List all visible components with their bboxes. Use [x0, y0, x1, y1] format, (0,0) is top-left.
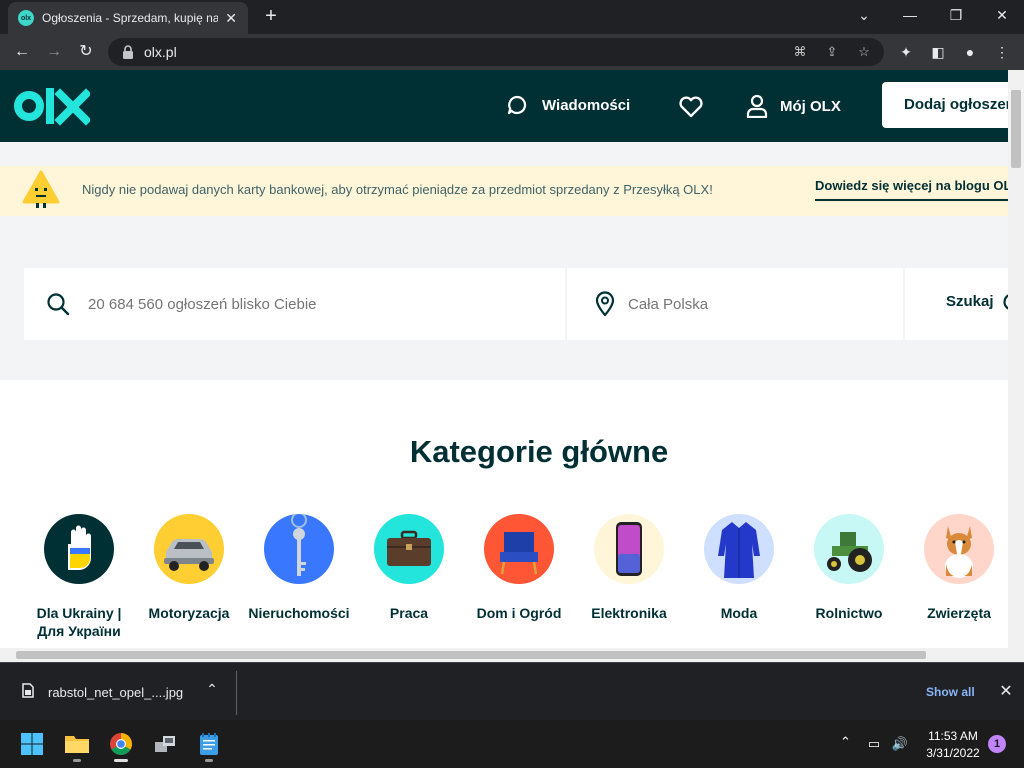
olx-logo[interactable]: [14, 86, 90, 126]
star-icon[interactable]: ☆: [854, 42, 874, 62]
close-tab-icon[interactable]: ✕: [224, 10, 238, 27]
site-header: Wiadomości Mój OLX Dodaj ogłoszenie: [0, 70, 1008, 142]
category-nieruchomosci[interactable]: Nieruchomości: [244, 514, 354, 622]
user-icon: [746, 94, 768, 118]
menu-icon[interactable]: ⋮: [990, 40, 1014, 64]
dog-icon: [924, 514, 994, 584]
download-divider: [236, 671, 237, 715]
category-label: Rolnictwo: [815, 605, 883, 621]
lock-icon[interactable]: [122, 45, 134, 59]
location-input[interactable]: [628, 292, 888, 316]
category-dom-i-ogrod[interactable]: Dom i Ogród: [464, 514, 574, 622]
horizontal-scrollbar-thumb[interactable]: [16, 651, 926, 659]
forward-icon[interactable]: →: [42, 40, 66, 64]
search-input[interactable]: [88, 292, 548, 316]
key-icon: [264, 514, 334, 584]
category-elektronika[interactable]: Elektronika: [574, 514, 684, 622]
search-divider: [903, 268, 905, 340]
category-label: Dom i Ogród: [476, 605, 562, 621]
display-icon[interactable]: ▭: [864, 734, 884, 754]
location-pin-icon: [595, 291, 615, 317]
share-icon[interactable]: ⇪: [822, 42, 842, 62]
back-icon[interactable]: ←: [10, 40, 34, 64]
chrome-icon[interactable]: [105, 728, 137, 762]
notification-badge[interactable]: 1: [988, 735, 1006, 753]
search-icon: [47, 293, 70, 316]
category-label: Elektronika: [591, 605, 667, 621]
reload-icon[interactable]: ↻: [74, 40, 98, 64]
close-window-button[interactable]: ✕: [988, 4, 1016, 26]
search-bar: Szukaj: [24, 268, 1008, 340]
taskbar: ⌃ ▭ 🔊 11:53 AM 3/31/2022 1: [0, 720, 1024, 768]
file-explorer-icon[interactable]: [61, 728, 93, 762]
tab-strip: olx Ogłoszenia - Sprzedam, kupię na ✕ + …: [0, 0, 1024, 34]
page-viewport: Wiadomości Mój OLX Dodaj ogłoszenie Nigd…: [0, 70, 1008, 648]
warning-banner: Nigdy nie podawaj danych karty bankowej,…: [0, 166, 1008, 216]
category-label: Dla Ukrainy | Для України: [36, 605, 122, 639]
heart-icon[interactable]: [678, 95, 704, 119]
banner-text: Nigdy nie podawaj danych karty bankowej,…: [82, 182, 713, 197]
address-bar[interactable]: olx.pl ⌘ ⇪ ☆: [108, 38, 884, 66]
download-bar: rabstol_net_opel_....jpg ⌃ Show all ✕: [0, 662, 1024, 720]
clock-date[interactable]: 3/31/2022: [920, 746, 986, 760]
url-text[interactable]: olx.pl: [144, 44, 177, 60]
new-tab-button[interactable]: +: [260, 6, 282, 28]
notepad-icon[interactable]: [193, 728, 225, 762]
nav-messages-label: Wiadomości: [542, 96, 631, 114]
tab-title: Ogłoszenia - Sprzedam, kupię na: [42, 11, 219, 25]
category-moda[interactable]: Moda: [684, 514, 794, 622]
translate-icon[interactable]: ⌘: [790, 42, 810, 62]
profile-icon[interactable]: ●: [958, 40, 982, 64]
dress-icon: [704, 514, 774, 584]
category-ukraine[interactable]: Dla Ukrainy | Для України: [24, 514, 134, 640]
nav-my-olx-label: Mój OLX: [780, 97, 841, 115]
nav-messages[interactable]: Wiadomości: [506, 94, 630, 116]
minimize-button[interactable]: —: [896, 4, 924, 26]
banner-blog-link[interactable]: Dowiedz się więcej na blogu OLX: [815, 178, 1008, 201]
file-icon: [22, 683, 34, 698]
tractor-icon: [814, 514, 884, 584]
olx-favicon-icon: olx: [18, 10, 34, 26]
briefcase-icon: [374, 514, 444, 584]
chevron-up-icon[interactable]: ⌃: [840, 734, 851, 750]
close-download-bar-icon[interactable]: ✕: [998, 681, 1014, 701]
hand-ukraine-icon: [44, 514, 114, 584]
category-label: Moda: [720, 605, 758, 621]
vertical-scrollbar[interactable]: [1008, 70, 1024, 648]
category-label: Praca: [389, 605, 429, 621]
nav-my-olx[interactable]: Mój OLX: [746, 94, 841, 118]
chevron-up-icon[interactable]: ⌃: [204, 681, 220, 698]
category-label: Nieruchomości: [248, 605, 350, 621]
volume-icon[interactable]: 🔊: [890, 734, 910, 754]
category-praca[interactable]: Praca: [354, 514, 464, 622]
category-zwierzeta[interactable]: Zwierzęta: [904, 514, 1008, 622]
warning-triangle-icon: [22, 170, 60, 208]
category-label: Zwierzęta: [927, 605, 991, 621]
browser-tab[interactable]: olx Ogłoszenia - Sprzedam, kupię na ✕: [8, 2, 248, 34]
car-icon: [154, 514, 224, 584]
search-button[interactable]: Szukaj: [946, 293, 994, 310]
search-divider: [565, 268, 567, 340]
chat-bubble-icon: [507, 95, 527, 115]
browser-toolbar: ← → ↻ olx.pl ⌘ ⇪ ☆ ✦ ◧ ● ⋮: [0, 34, 1024, 70]
vertical-scrollbar-thumb[interactable]: [1011, 90, 1021, 168]
network-app-icon[interactable]: [149, 728, 181, 760]
add-ad-button[interactable]: Dodaj ogłoszenie: [882, 82, 1008, 128]
show-all-downloads-link[interactable]: Show all: [926, 685, 975, 699]
windows-start-icon[interactable]: [16, 728, 48, 760]
categories-title: Kategorie główne: [409, 434, 669, 469]
restore-button[interactable]: ❐: [942, 4, 970, 26]
category-label: Motoryzacja: [148, 605, 230, 621]
sidepanel-icon[interactable]: ◧: [926, 40, 950, 64]
clock-time[interactable]: 11:53 AM: [920, 729, 986, 743]
main-categories: Kategorie główne Dla Ukrainy | Для Украї…: [0, 380, 1008, 648]
category-motoryzacja[interactable]: Motoryzacja: [134, 514, 244, 622]
category-rolnictwo[interactable]: Rolnictwo: [794, 514, 904, 622]
tab-search-icon[interactable]: ⌄: [850, 4, 878, 26]
download-item-filename[interactable]: rabstol_net_opel_....jpg: [48, 685, 183, 700]
armchair-icon: [484, 514, 554, 584]
horizontal-scrollbar[interactable]: [0, 648, 1024, 662]
phone-icon: [594, 514, 664, 584]
extensions-icon[interactable]: ✦: [894, 40, 918, 64]
